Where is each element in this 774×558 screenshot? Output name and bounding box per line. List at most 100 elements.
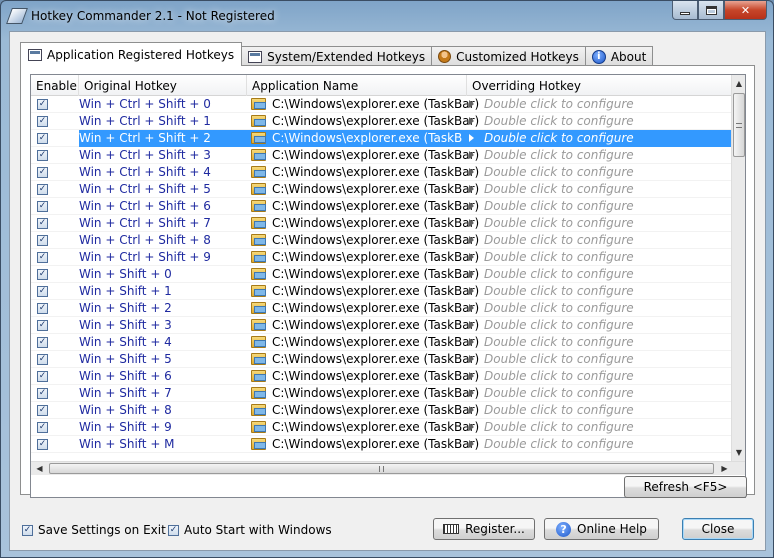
row-enable-checkbox[interactable]: ✓ bbox=[37, 149, 48, 161]
table-row[interactable]: ✓ Win + Shift + 2 C:\Windows\explorer.exe … bbox=[31, 300, 733, 317]
refresh-button[interactable]: Refresh <F5> bbox=[624, 476, 747, 498]
table-row[interactable]: ✓ Win + Ctrl + Shift + 7 C:\Windows\explor… bbox=[31, 215, 733, 232]
table-row[interactable]: ✓ Win + Ctrl + Shift + 9 C:\Windows\explor… bbox=[31, 249, 733, 266]
register-button[interactable]: Register... bbox=[433, 518, 535, 540]
row-enable-checkbox[interactable]: ✓ bbox=[37, 251, 48, 263]
title-bar[interactable]: Hotkey Commander 2.1 - Not Registered ✕ bbox=[1, 1, 773, 31]
overriding-hotkey-cell[interactable]: Double click to configure bbox=[463, 283, 733, 300]
expand-arrow-icon[interactable] bbox=[469, 270, 474, 278]
expand-arrow-icon[interactable] bbox=[469, 406, 474, 414]
expand-arrow-icon[interactable] bbox=[469, 338, 474, 346]
table-row[interactable]: ✓ Win + Ctrl + Shift + 1 C:\Windows\explor… bbox=[31, 113, 733, 130]
table-row[interactable]: ✓ Win + Shift + 7 C:\Windows\explorer.exe … bbox=[31, 385, 733, 402]
overriding-hotkey-cell[interactable]: Double click to configure bbox=[463, 96, 733, 113]
row-enable-checkbox[interactable]: ✓ bbox=[37, 404, 48, 416]
scroll-right-icon[interactable]: ▶ bbox=[716, 462, 733, 476]
row-enable-checkbox[interactable]: ✓ bbox=[37, 353, 48, 365]
row-enable-checkbox[interactable]: ✓ bbox=[37, 183, 48, 195]
table-row[interactable]: ✓ Win + Shift + 9 C:\Windows\explorer.exe … bbox=[31, 419, 733, 436]
row-enable-checkbox[interactable]: ✓ bbox=[37, 285, 48, 297]
expand-arrow-icon[interactable] bbox=[469, 202, 474, 210]
expand-arrow-icon[interactable] bbox=[469, 355, 474, 363]
row-enable-checkbox[interactable]: ✓ bbox=[37, 115, 48, 127]
expand-arrow-icon[interactable] bbox=[469, 236, 474, 244]
row-enable-checkbox[interactable]: ✓ bbox=[37, 387, 48, 399]
close-window-button[interactable]: ✕ bbox=[724, 1, 767, 20]
expand-arrow-icon[interactable] bbox=[469, 117, 474, 125]
overriding-hotkey-cell[interactable]: Double click to configure bbox=[463, 164, 733, 181]
overriding-hotkey-cell[interactable]: Double click to configure bbox=[463, 113, 733, 130]
online-help-button[interactable]: ? Online Help bbox=[544, 518, 659, 540]
row-enable-checkbox[interactable]: ✓ bbox=[37, 438, 48, 450]
row-enable-checkbox[interactable]: ✓ bbox=[37, 217, 48, 229]
expand-arrow-icon[interactable] bbox=[469, 134, 474, 142]
row-enable-checkbox[interactable]: ✓ bbox=[37, 200, 48, 212]
row-enable-checkbox[interactable]: ✓ bbox=[37, 319, 48, 331]
expand-arrow-icon[interactable] bbox=[469, 100, 474, 108]
expand-arrow-icon[interactable] bbox=[469, 321, 474, 329]
tab-customized-hotkeys[interactable]: Customized Hotkeys bbox=[431, 46, 586, 66]
overriding-hotkey-cell[interactable]: Double click to configure bbox=[463, 198, 733, 215]
minimize-button[interactable] bbox=[672, 1, 698, 20]
overriding-hotkey-cell[interactable]: Double click to configure bbox=[463, 181, 733, 198]
expand-arrow-icon[interactable] bbox=[469, 372, 474, 380]
auto-start-option[interactable]: ✓ Auto Start with Windows bbox=[168, 523, 332, 537]
maximize-button[interactable] bbox=[698, 1, 724, 20]
expand-arrow-icon[interactable] bbox=[469, 168, 474, 176]
scroll-down-icon[interactable]: ▼ bbox=[732, 444, 745, 461]
horizontal-scrollbar[interactable]: ◀ ▶ bbox=[31, 461, 745, 476]
row-enable-checkbox[interactable]: ✓ bbox=[37, 421, 48, 433]
overriding-hotkey-cell[interactable]: Double click to configure bbox=[463, 215, 733, 232]
expand-arrow-icon[interactable] bbox=[469, 287, 474, 295]
overriding-hotkey-cell[interactable]: Double click to configure bbox=[463, 249, 733, 266]
table-row[interactable]: ✓ Win + Shift + 4 C:\Windows\explorer.exe … bbox=[31, 334, 733, 351]
row-enable-checkbox[interactable]: ✓ bbox=[37, 234, 48, 246]
column-header-original-hotkey[interactable]: Original Hotkey bbox=[79, 75, 247, 96]
auto-start-checkbox[interactable]: ✓ bbox=[168, 524, 179, 536]
table-row[interactable]: ✓ Win + Shift + 8 C:\Windows\explorer.exe … bbox=[31, 402, 733, 419]
overriding-hotkey-cell[interactable]: Double click to configure bbox=[463, 385, 733, 402]
expand-arrow-icon[interactable] bbox=[469, 423, 474, 431]
tab-about[interactable]: i About bbox=[584, 46, 654, 66]
column-header-overriding-hotkey[interactable]: Overriding Hotkey bbox=[467, 75, 733, 96]
expand-arrow-icon[interactable] bbox=[469, 151, 474, 159]
table-row[interactable]: ✓ Win + Ctrl + Shift + 2 C:\Windows\explor… bbox=[31, 129, 733, 147]
column-header-application-name[interactable]: Application Name bbox=[247, 75, 467, 96]
scroll-left-icon[interactable]: ◀ bbox=[31, 462, 48, 476]
column-header-enable[interactable]: Enable bbox=[31, 75, 79, 96]
table-row[interactable]: ✓ Win + Ctrl + Shift + 0 C:\Windows\explor… bbox=[31, 96, 733, 113]
row-enable-checkbox[interactable]: ✓ bbox=[37, 302, 48, 314]
expand-arrow-icon[interactable] bbox=[469, 389, 474, 397]
table-row[interactable]: ✓ Win + Ctrl + Shift + 3 C:\Windows\explor… bbox=[31, 147, 733, 164]
row-enable-checkbox[interactable]: ✓ bbox=[37, 370, 48, 382]
row-enable-checkbox[interactable]: ✓ bbox=[37, 166, 48, 178]
row-enable-checkbox[interactable]: ✓ bbox=[37, 132, 48, 144]
scroll-up-icon[interactable]: ▲ bbox=[732, 75, 745, 92]
table-row[interactable]: ✓ Win + Shift + 6 C:\Windows\explorer.exe … bbox=[31, 368, 733, 385]
overriding-hotkey-cell[interactable]: Double click to configure bbox=[463, 129, 733, 147]
table-row[interactable]: ✓ Win + Shift + 1 C:\Windows\explorer.exe … bbox=[31, 283, 733, 300]
tab-application-registered-hotkeys[interactable]: Application Registered Hotkeys bbox=[20, 42, 243, 66]
overriding-hotkey-cell[interactable]: Double click to configure bbox=[463, 266, 733, 283]
overriding-hotkey-cell[interactable]: Double click to configure bbox=[463, 402, 733, 419]
save-settings-checkbox[interactable]: ✓ bbox=[22, 524, 33, 536]
overriding-hotkey-cell[interactable]: Double click to configure bbox=[463, 334, 733, 351]
table-row[interactable]: ✓ Win + Shift + 3 C:\Windows\explorer.exe … bbox=[31, 317, 733, 334]
overriding-hotkey-cell[interactable]: Double click to configure bbox=[463, 232, 733, 249]
overriding-hotkey-cell[interactable]: Double click to configure bbox=[463, 300, 733, 317]
save-settings-option[interactable]: ✓ Save Settings on Exit bbox=[22, 523, 166, 537]
expand-arrow-icon[interactable] bbox=[469, 253, 474, 261]
table-row[interactable]: ✓ Win + Shift + 0 C:\Windows\explorer.exe … bbox=[31, 266, 733, 283]
vertical-scrollbar[interactable]: ▲ ▼ bbox=[731, 75, 745, 461]
row-enable-checkbox[interactable]: ✓ bbox=[37, 336, 48, 348]
row-enable-checkbox[interactable]: ✓ bbox=[37, 268, 48, 280]
tab-system-extended-hotkeys[interactable]: System/Extended Hotkeys bbox=[241, 46, 433, 66]
overriding-hotkey-cell[interactable]: Double click to configure bbox=[463, 317, 733, 334]
table-row[interactable]: ✓ Win + Shift + 5 C:\Windows\explorer.exe … bbox=[31, 351, 733, 368]
table-row[interactable]: ✓ Win + Ctrl + Shift + 5 C:\Windows\explor… bbox=[31, 181, 733, 198]
expand-arrow-icon[interactable] bbox=[469, 185, 474, 193]
table-row[interactable]: ✓ Win + Ctrl + Shift + 6 C:\Windows\explor… bbox=[31, 198, 733, 215]
table-row[interactable]: ✓ Win + Shift + M C:\Windows\explorer.exe … bbox=[31, 436, 733, 453]
close-button[interactable]: Close bbox=[682, 518, 754, 540]
horizontal-scroll-thumb[interactable] bbox=[49, 463, 714, 474]
